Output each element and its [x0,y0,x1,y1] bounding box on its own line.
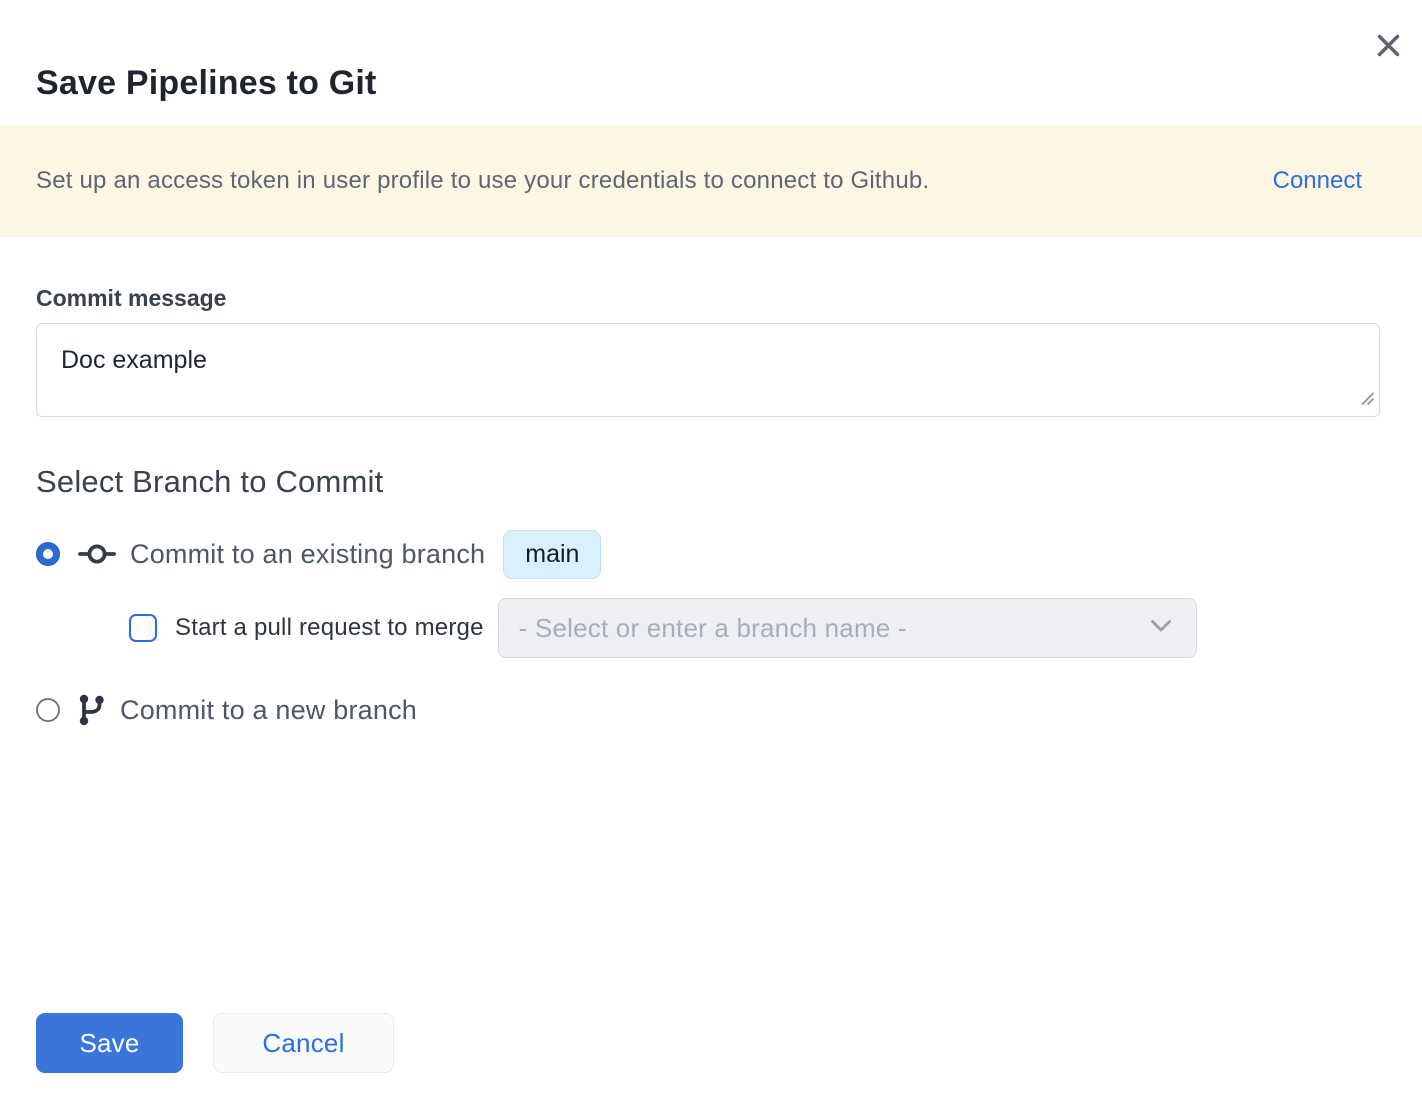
existing-branch-label[interactable]: Commit to an existing branch [130,539,485,570]
access-token-banner: Set up an access token in user profile t… [0,125,1422,237]
connect-link[interactable]: Connect [1273,167,1362,195]
branch-select-dropdown[interactable]: - Select or enter a branch name - [498,598,1197,658]
existing-branch-radio[interactable] [36,542,60,566]
page-title: Save Pipelines to Git [36,62,1386,104]
save-button[interactable]: Save [36,1013,183,1073]
save-pipelines-dialog: Save Pipelines to Git Set up an access t… [0,0,1422,1116]
commit-message-input[interactable]: Doc example [36,323,1380,417]
close-icon[interactable] [1371,28,1405,62]
commit-message-label: Commit message [36,285,1380,311]
commit-message-field: Doc example [36,323,1380,417]
new-branch-option: Commit to a new branch [36,685,1380,735]
branch-badge[interactable]: main [503,530,601,579]
dialog-footer: Save Cancel [0,1013,1422,1073]
pull-request-label[interactable]: Start a pull request to merge [175,614,484,642]
new-branch-label[interactable]: Commit to a new branch [120,695,417,726]
pull-request-checkbox[interactable] [129,614,157,642]
dialog-body: Commit message Doc example Select Branch… [0,285,1422,735]
dropdown-placeholder: - Select or enter a branch name - [519,613,907,644]
git-branch-icon [77,692,107,728]
git-commit-icon [77,539,117,569]
chevron-down-icon [1150,619,1172,638]
cancel-button[interactable]: Cancel [213,1013,394,1073]
existing-branch-option: Commit to an existing branch main [36,529,1380,579]
dialog-header: Save Pipelines to Git [0,0,1422,104]
pull-request-row: Start a pull request to merge - Select o… [36,598,1380,658]
new-branch-radio[interactable] [36,698,60,722]
branch-section-heading: Select Branch to Commit [36,463,1380,501]
banner-message: Set up an access token in user profile t… [36,167,929,195]
